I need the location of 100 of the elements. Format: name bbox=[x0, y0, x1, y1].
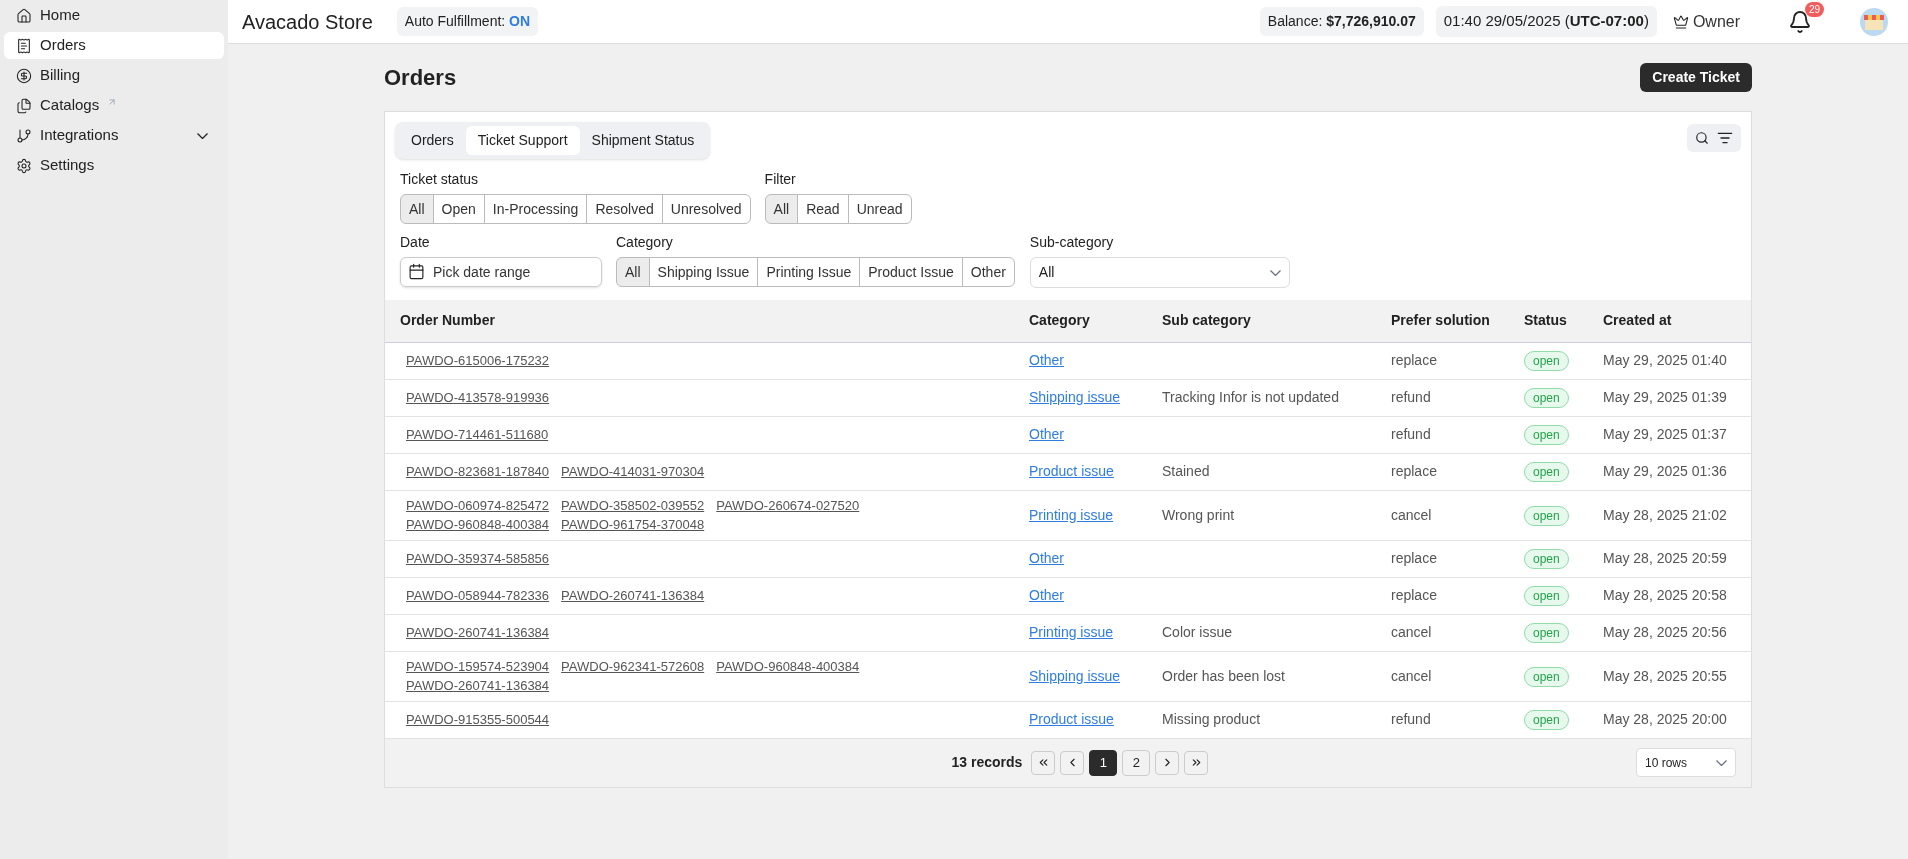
order-link[interactable]: PAWDO-823681-187840 bbox=[406, 461, 550, 482]
category-link[interactable]: Other bbox=[1029, 352, 1064, 368]
status-badge: open bbox=[1524, 425, 1569, 445]
filter-option[interactable]: Unresolved bbox=[661, 194, 751, 224]
table-cell: Stained bbox=[1162, 463, 1210, 479]
create-ticket-button[interactable]: Create Ticket bbox=[1640, 62, 1752, 92]
column-header: Order Number bbox=[385, 300, 1029, 342]
order-link[interactable]: PAWDO-260741-136384 bbox=[406, 676, 550, 696]
table-cell: refund bbox=[1391, 426, 1431, 442]
sidebar-item[interactable]: Integrations bbox=[4, 122, 224, 149]
table-cell: cancel bbox=[1391, 506, 1432, 523]
sidebar-item[interactable]: Orders bbox=[4, 32, 224, 59]
order-link[interactable]: PAWDO-961754-370048 bbox=[561, 515, 705, 535]
last-page-button[interactable] bbox=[1184, 750, 1209, 775]
status-badge: open bbox=[1524, 388, 1569, 408]
column-header: Category bbox=[1029, 300, 1162, 342]
category-link[interactable]: Product issue bbox=[1029, 463, 1114, 479]
order-link[interactable]: PAWDO-414031-970304 bbox=[561, 461, 705, 482]
filter-option[interactable]: Resolved bbox=[586, 194, 663, 224]
page-size-select[interactable]: 10 rows bbox=[1636, 748, 1736, 777]
tab[interactable]: Shipment Status bbox=[579, 126, 707, 155]
filter-option[interactable]: Shipping Issue bbox=[648, 257, 759, 287]
filter-option[interactable]: Product Issue bbox=[859, 257, 963, 287]
table-cell: May 29, 2025 01:39 bbox=[1603, 389, 1727, 405]
sidebar-label: Home bbox=[40, 5, 80, 26]
order-link[interactable]: PAWDO-060974-825472 bbox=[406, 495, 550, 515]
filter-option[interactable]: All bbox=[764, 194, 799, 224]
filter-label: Category bbox=[616, 233, 674, 252]
sidebar-item[interactable]: Billing bbox=[4, 62, 224, 89]
category-link[interactable]: Other bbox=[1029, 550, 1064, 566]
order-link[interactable]: PAWDO-413578-919936 bbox=[406, 387, 550, 408]
sidebar-label: Catalogs bbox=[40, 95, 100, 116]
category-link[interactable]: Printing issue bbox=[1029, 506, 1114, 523]
order-link[interactable]: PAWDO-962341-572608 bbox=[561, 656, 705, 676]
receipt-icon bbox=[16, 37, 32, 54]
category-link[interactable]: Product issue bbox=[1029, 711, 1114, 727]
date-range-field[interactable]: Pick date range bbox=[400, 257, 602, 287]
status-badge: open bbox=[1524, 351, 1569, 371]
filter-option[interactable]: Other bbox=[961, 257, 1015, 287]
filter-option[interactable]: All bbox=[400, 194, 434, 224]
order-link[interactable]: PAWDO-915355-500544 bbox=[406, 709, 550, 730]
filter-option[interactable]: Unread bbox=[847, 194, 912, 224]
next-page-button[interactable] bbox=[1155, 750, 1180, 775]
chevron-down-icon bbox=[1269, 269, 1281, 276]
status-badge: open bbox=[1524, 549, 1569, 569]
sidebar-item[interactable]: Settings bbox=[4, 152, 224, 179]
previous-page-button[interactable] bbox=[1060, 750, 1085, 775]
order-link[interactable]: PAWDO-615006-175232 bbox=[406, 350, 550, 371]
filter-option[interactable]: Open bbox=[432, 194, 485, 224]
sub-category-select[interactable]: All bbox=[1029, 257, 1290, 288]
tab[interactable]: Ticket Support bbox=[465, 126, 580, 155]
sidebar-item[interactable]: Home bbox=[4, 2, 224, 29]
table-cell: refund bbox=[1391, 389, 1431, 405]
filter-option[interactable]: All bbox=[616, 257, 650, 287]
balance-display: Balance: $7,726,910.07 bbox=[1259, 7, 1424, 36]
order-link[interactable]: PAWDO-960848-400384 bbox=[716, 656, 860, 676]
order-link[interactable]: PAWDO-260741-136384 bbox=[561, 585, 705, 606]
role-label: Owner bbox=[1692, 11, 1740, 32]
category-link[interactable]: Other bbox=[1029, 587, 1064, 603]
column-header: Created at bbox=[1603, 300, 1751, 342]
table-cell: May 28, 2025 20:56 bbox=[1603, 624, 1727, 640]
table-cell: Color issue bbox=[1162, 624, 1233, 640]
crown-icon bbox=[1672, 13, 1689, 30]
first-page-button[interactable] bbox=[1031, 750, 1056, 775]
filter-option[interactable]: Read bbox=[797, 194, 849, 224]
page-button[interactable]: 2 bbox=[1122, 749, 1151, 776]
order-link[interactable]: PAWDO-260674-027520 bbox=[716, 495, 860, 515]
chevron-down-icon bbox=[197, 132, 208, 139]
table-cell: refund bbox=[1391, 711, 1431, 727]
store-avatar-icon[interactable] bbox=[1860, 7, 1888, 36]
search-icon[interactable] bbox=[1695, 131, 1709, 145]
table-cell: Wrong print bbox=[1162, 506, 1235, 523]
clock-display: 01:40 29/05/2025 (UTC-07:00) bbox=[1435, 6, 1657, 37]
sidebar-item[interactable]: Catalogs bbox=[4, 92, 224, 119]
filter-icon[interactable] bbox=[1717, 130, 1733, 146]
order-link[interactable]: PAWDO-714461-511680 bbox=[406, 424, 549, 445]
category-link[interactable]: Other bbox=[1029, 426, 1064, 442]
category-link[interactable]: Shipping issue bbox=[1029, 389, 1121, 405]
filter-label: Sub-category bbox=[1029, 233, 1115, 252]
category-link[interactable]: Shipping issue bbox=[1029, 667, 1121, 684]
calendar-icon bbox=[408, 263, 425, 280]
order-link[interactable]: PAWDO-960848-400384 bbox=[406, 515, 550, 535]
order-link[interactable]: PAWDO-058944-782336 bbox=[406, 585, 550, 606]
filter-option[interactable]: Printing Issue bbox=[757, 257, 861, 287]
chevron-down-icon bbox=[1716, 759, 1727, 766]
tab[interactable]: Orders bbox=[399, 126, 466, 155]
page-button[interactable]: 1 bbox=[1089, 749, 1118, 776]
order-link[interactable]: PAWDO-358502-039552 bbox=[561, 495, 705, 515]
category-link[interactable]: Printing issue bbox=[1029, 624, 1114, 640]
table-cell: replace bbox=[1391, 587, 1437, 603]
column-header: Sub category bbox=[1162, 300, 1391, 342]
table-cell: Tracking Infor is not updated bbox=[1162, 389, 1339, 405]
filter-option[interactable]: In-Processing bbox=[483, 194, 588, 224]
sidebar-label: Integrations bbox=[40, 125, 119, 146]
settings-icon bbox=[16, 157, 32, 174]
dollar-icon bbox=[16, 67, 32, 84]
table-cell: replace bbox=[1391, 352, 1437, 368]
order-link[interactable]: PAWDO-260741-136384 bbox=[406, 622, 550, 643]
order-link[interactable]: PAWDO-159574-523904 bbox=[406, 656, 550, 676]
order-link[interactable]: PAWDO-359374-585856 bbox=[406, 548, 550, 569]
